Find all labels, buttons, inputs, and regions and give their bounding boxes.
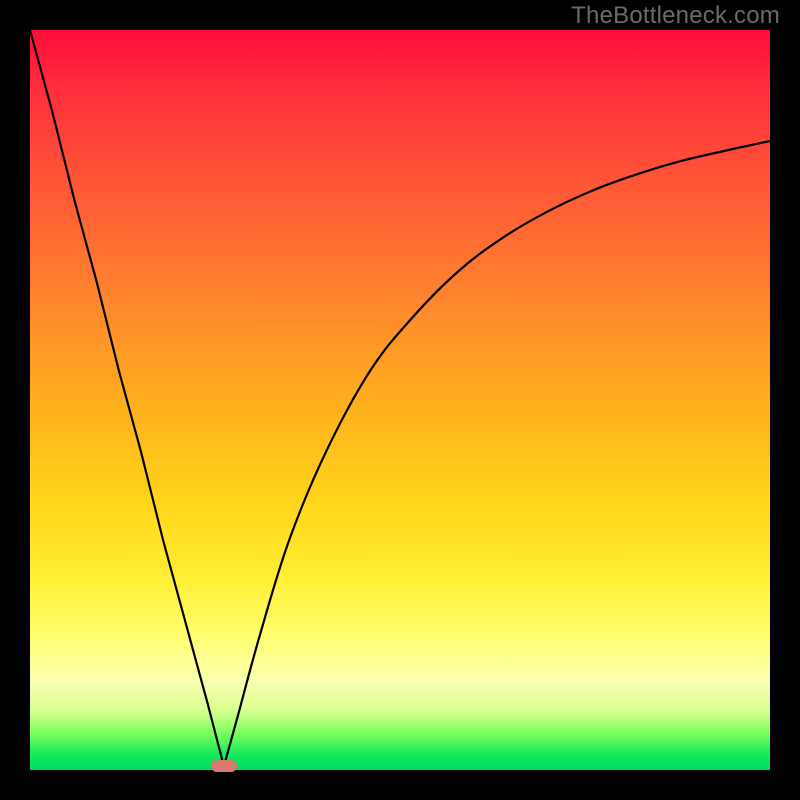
bottleneck-curve — [30, 30, 770, 770]
watermark-text: TheBottleneck.com — [571, 2, 780, 30]
minimum-marker — [211, 760, 237, 772]
curve-path — [30, 30, 770, 770]
chart-frame: TheBottleneck.com — [0, 0, 800, 800]
plot-area — [30, 30, 770, 770]
